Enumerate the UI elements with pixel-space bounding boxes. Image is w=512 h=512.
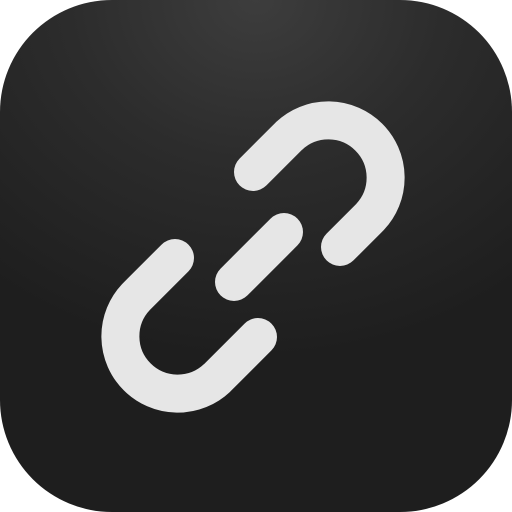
link-icon — [101, 101, 405, 413]
app-icon-tile[interactable] — [0, 0, 512, 512]
link-center-bar — [215, 213, 303, 301]
